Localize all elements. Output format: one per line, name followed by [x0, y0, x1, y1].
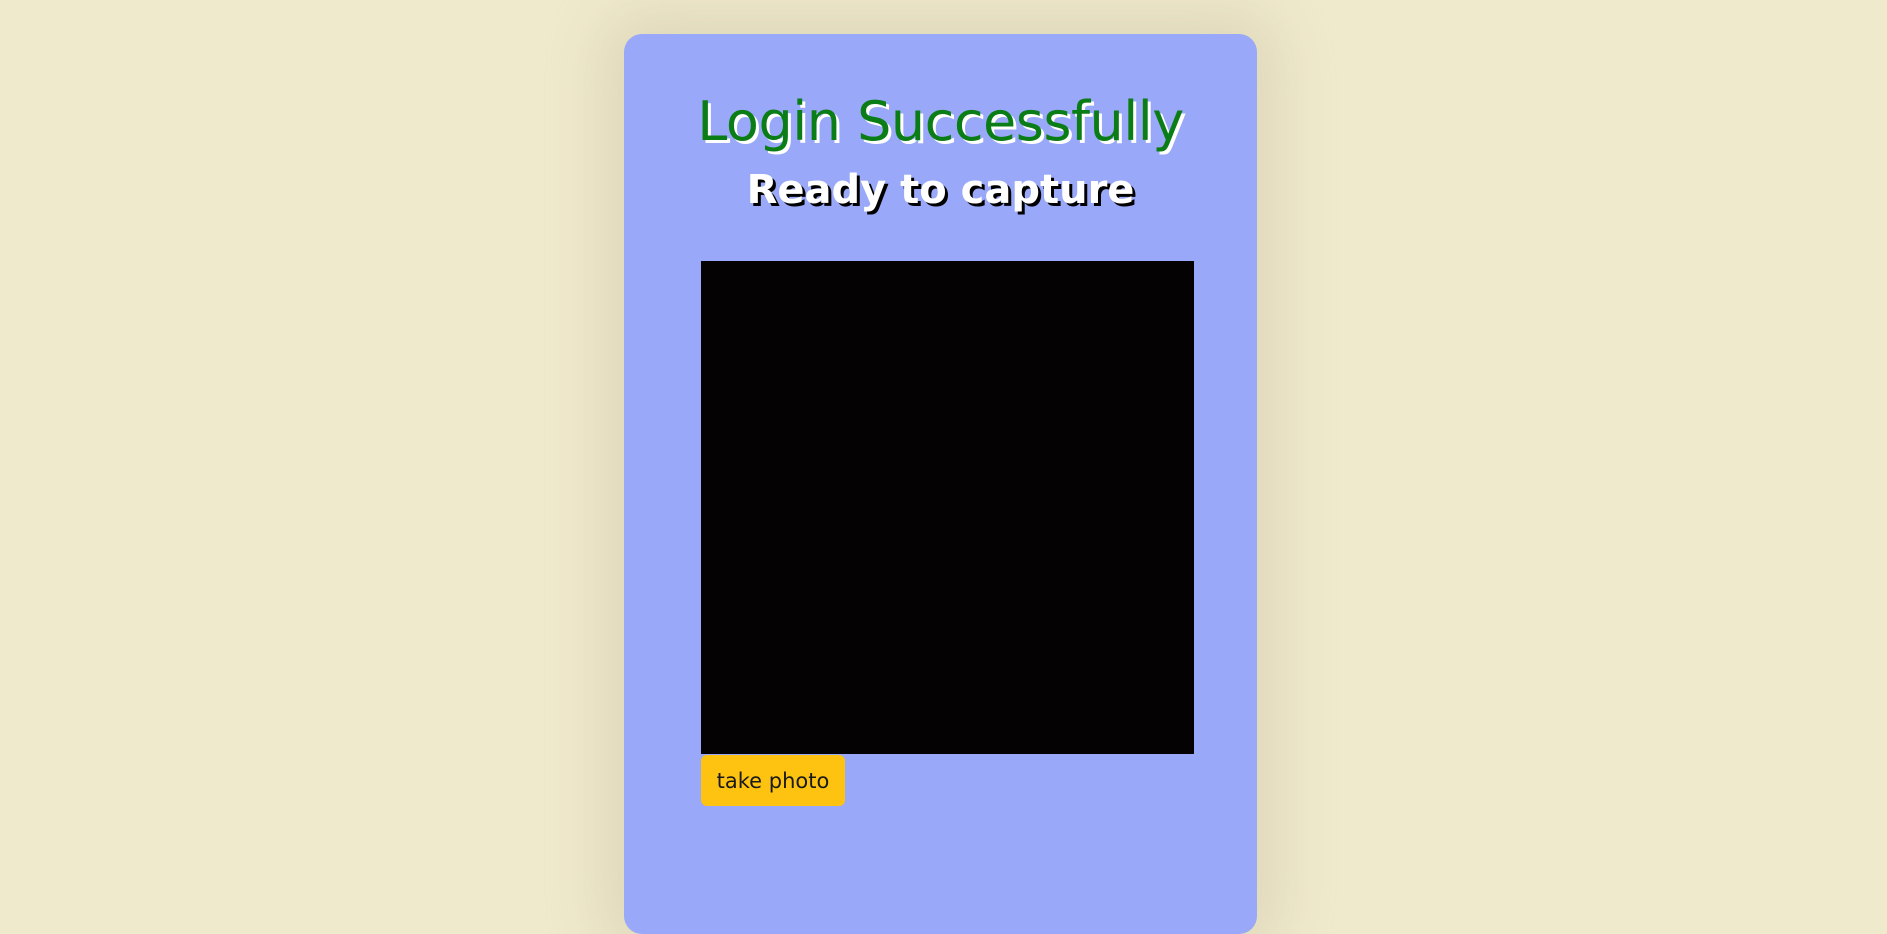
capture-status-subtitle: Ready to capture	[746, 167, 1135, 213]
page-title: Login Successfully	[697, 90, 1184, 153]
login-card: Login Successfully Ready to capture take…	[624, 34, 1257, 934]
camera-preview	[701, 261, 1194, 754]
take-photo-button[interactable]: take photo	[701, 755, 845, 806]
